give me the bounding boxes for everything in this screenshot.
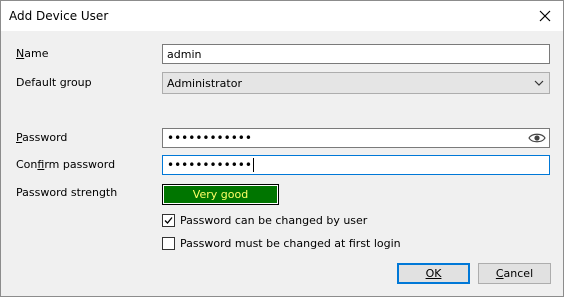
ok-label: OK	[425, 267, 442, 280]
password-strength-label: Password strength	[16, 186, 118, 199]
can-change-checkbox[interactable]	[162, 214, 175, 227]
can-change-label: Password can be changed by user	[180, 214, 368, 227]
title-bar: Add Device User	[1, 1, 563, 31]
can-change-checkbox-row[interactable]: Password can be changed by user	[162, 214, 367, 227]
confirm-password-label: Confirm password	[16, 158, 116, 171]
password-strength-meter: Very good	[162, 184, 279, 205]
dialog-title: Add Device User	[9, 9, 109, 23]
strength-fill: Very good	[164, 186, 277, 203]
password-label-rest: assword	[22, 131, 68, 144]
cancel-button[interactable]: Cancel	[478, 263, 551, 284]
close-button[interactable]	[531, 3, 559, 29]
must-change-label: Password must be changed at first login	[180, 237, 401, 250]
confirm-label-a: Con	[16, 158, 38, 171]
add-device-user-dialog: Add Device User Name admin Default group…	[0, 0, 564, 297]
name-label: Name	[16, 47, 49, 60]
checkmark-icon	[164, 217, 173, 224]
default-group-value: Administrator	[167, 76, 242, 90]
must-change-checkbox-row[interactable]: Password must be changed at first login	[162, 237, 401, 250]
close-icon	[539, 10, 551, 22]
confirm-password-field[interactable]: ••••••••••••	[162, 155, 550, 175]
password-label: Password	[16, 131, 68, 144]
cancel-label: Cancel	[495, 267, 534, 280]
chevron-down-icon	[534, 80, 544, 86]
default-group-select[interactable]: Administrator	[162, 72, 550, 94]
confirm-label-b: irm password	[44, 158, 116, 171]
password-value: ••••••••••••	[167, 131, 252, 145]
ok-button[interactable]: OK	[397, 263, 470, 284]
eye-icon[interactable]	[528, 131, 546, 145]
confirm-password-value: ••••••••••••	[167, 158, 252, 172]
must-change-checkbox[interactable]	[162, 237, 175, 250]
name-field[interactable]: admin	[162, 44, 550, 64]
password-field[interactable]: ••••••••••••	[162, 128, 550, 148]
cancel-label-rest: ancel	[503, 267, 534, 280]
default-group-label: Default group	[16, 76, 92, 89]
name-label-rest: ame	[24, 47, 49, 60]
text-caret	[252, 158, 254, 172]
name-value: admin	[167, 47, 202, 61]
